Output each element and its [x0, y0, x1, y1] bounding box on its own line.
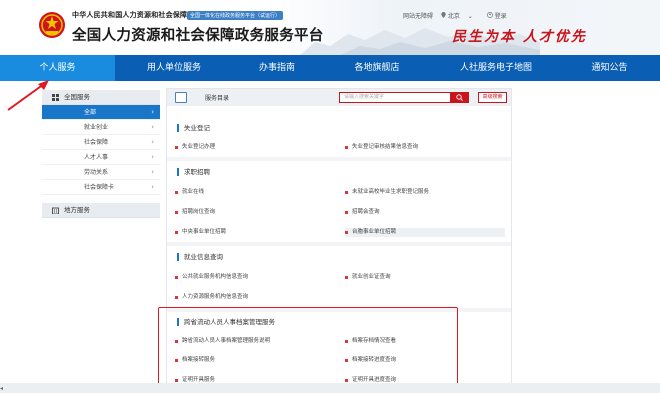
- service-link[interactable]: 招聘岗位查询: [175, 208, 215, 217]
- search-icon: [456, 94, 463, 101]
- chevron-right-icon: ›: [151, 153, 154, 161]
- sidebar-item-social-security[interactable]: 社会保障 ›: [42, 135, 160, 150]
- service-link[interactable]: 公共就业服务机构信息查询: [175, 273, 248, 282]
- section-divider: [167, 157, 511, 161]
- section-title-unemployment: 失业登记: [177, 124, 210, 132]
- chevron-right-icon: ›: [151, 168, 154, 176]
- location-label: 北京: [447, 13, 460, 20]
- service-link[interactable]: 中央事业单位招聘: [175, 228, 226, 237]
- section-title-job-search: 求职招聘: [177, 168, 210, 176]
- service-link[interactable]: 就业在线: [175, 188, 204, 197]
- chevron-right-icon: ›: [151, 108, 154, 116]
- section-divider: [167, 242, 511, 246]
- nav-notices[interactable]: 通知公告: [559, 55, 660, 81]
- chevron-right-icon: ›: [151, 183, 154, 191]
- sidebar-item-label: 全部: [84, 109, 97, 116]
- sidebar-national-services-header[interactable]: 全国服务: [42, 90, 160, 105]
- location-pin-icon: [441, 12, 446, 18]
- chevron-right-icon: ›: [151, 123, 154, 131]
- advanced-search-button[interactable]: 高级搜索: [478, 92, 507, 103]
- directory-toolbar: 服务目录 请输入搜索关键字 高级搜索: [167, 89, 511, 106]
- service-link[interactable]: 失业登记审核结果信息查询: [345, 143, 418, 152]
- location-selector[interactable]: 北京 ⌄: [441, 12, 481, 20]
- nav-service-guide[interactable]: 办事指南: [233, 55, 321, 81]
- search-button[interactable]: [451, 92, 469, 103]
- service-link[interactable]: 招聘会查询: [345, 208, 380, 217]
- accessibility-link[interactable]: 网站无障碍: [403, 13, 433, 20]
- nav-service-map[interactable]: 人社服务电子地图: [433, 55, 559, 81]
- service-link[interactable]: 人力资源服务机构信息查询: [175, 293, 248, 302]
- sidebar-item-talent[interactable]: 人才人事 ›: [42, 150, 160, 165]
- service-link[interactable]: 就业创业证查询: [345, 273, 391, 282]
- platform-badge: 全国一体化在线政务服务平台（试运行）: [187, 11, 284, 20]
- chevron-right-icon: ›: [151, 138, 154, 146]
- sidebar-item-label: 劳动关系: [84, 169, 109, 176]
- ministry-name: 中华人民共和国人力资源和社会保障部: [72, 11, 195, 19]
- site-header: 中华人民共和国人力资源和社会保障部 全国一体化在线政务服务平台（试运行） 全国人…: [0, 0, 660, 55]
- user-icon: [486, 12, 493, 18]
- main-nav: 个人服务 用人单位服务 办事指南 各地旗舰店 人社服务电子地图 通知公告: [0, 55, 660, 81]
- folder-icon: [175, 92, 187, 103]
- sidebar-item-social-security-card[interactable]: 社会保障卡 ›: [42, 180, 160, 195]
- building-icon: [52, 207, 59, 214]
- chevron-down-icon: ⌄: [467, 13, 473, 20]
- sidebar-national-services-label: 全国服务: [64, 93, 90, 101]
- service-link[interactable]: 台胞事业单位招聘: [345, 228, 505, 237]
- top-links: 网站无障碍 北京 ⌄ 登录: [403, 11, 519, 21]
- sidebar-item-label: 人才人事: [84, 154, 109, 161]
- sidebar-item-label: 社会保障卡: [84, 184, 115, 191]
- slogan: 民生为本 人才优先: [452, 29, 587, 45]
- service-link[interactable]: 失业登记办理: [175, 143, 215, 152]
- login-link[interactable]: 登录: [486, 12, 513, 20]
- sidebar-item-employment[interactable]: 就业创业 ›: [42, 120, 160, 135]
- national-emblem-icon: [39, 12, 65, 38]
- nav-employer-services[interactable]: 用人单位服务: [115, 55, 233, 81]
- scroll-left-arrow-icon[interactable]: ◂: [0, 385, 3, 392]
- highlight-box: [158, 307, 458, 385]
- directory-label: 服务目录: [205, 95, 230, 102]
- sidebar-local-services-header[interactable]: 地方服务: [42, 203, 160, 218]
- page-title: 全国人力资源和社会保障政务服务平台: [72, 28, 324, 44]
- section-title-employment-info: 就业信息查询: [177, 253, 223, 261]
- nav-local-flagship-stores[interactable]: 各地旗舰店: [321, 55, 433, 81]
- sidebar: 全国服务 全部 › 就业创业 › 社会保障 › 人才人事 › 劳动关系 › 社会保障卡 › …: [42, 90, 160, 218]
- sidebar-local-services-label: 地方服务: [64, 206, 90, 214]
- horizontal-scrollbar[interactable]: [0, 383, 660, 393]
- sidebar-item-labor-relations[interactable]: 劳动关系 ›: [42, 165, 160, 180]
- sidebar-item-all[interactable]: 全部 ›: [42, 105, 160, 120]
- login-label: 登录: [494, 13, 507, 20]
- sidebar-item-label: 就业创业: [84, 124, 109, 131]
- search-input[interactable]: 请输入搜索关键字: [339, 92, 451, 103]
- grid-icon: [52, 94, 59, 101]
- service-link[interactable]: 未就业高校毕业生求职登记服务: [345, 188, 429, 197]
- sidebar-item-label: 社会保障: [84, 139, 109, 146]
